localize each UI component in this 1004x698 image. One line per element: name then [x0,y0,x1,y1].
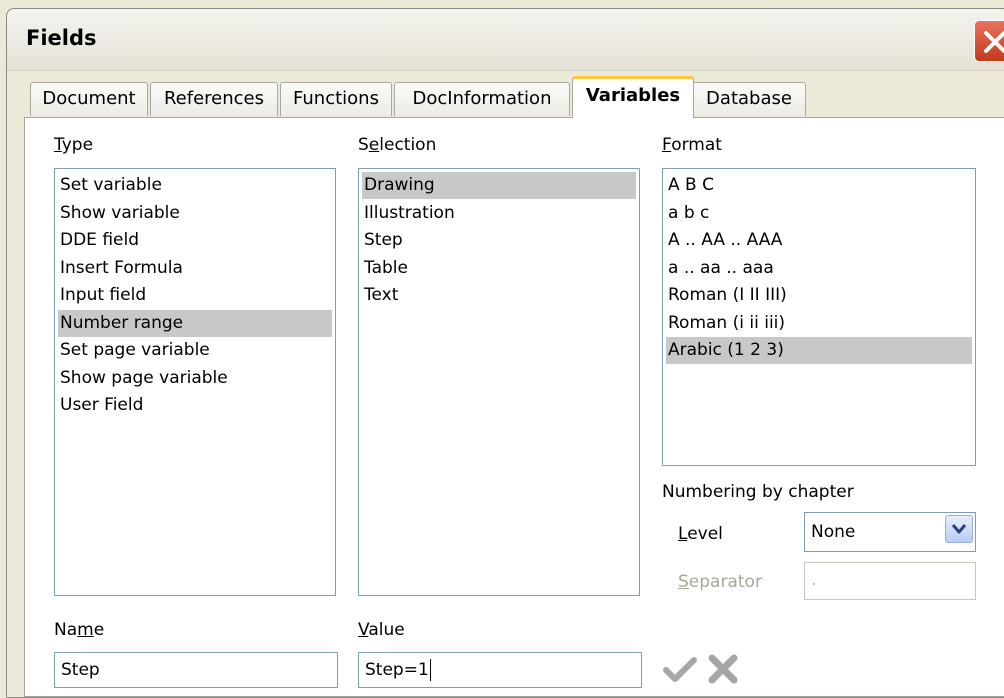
tab-variables[interactable]: Variables [572,76,694,118]
format-list-item[interactable]: A .. AA .. AAA [666,227,972,254]
type-list-item[interactable]: Insert Formula [58,255,332,282]
type-list-item[interactable]: User Field [58,392,332,419]
format-list-item[interactable]: a b c [666,200,972,227]
tab-functions[interactable]: Functions [280,82,392,116]
format-list-item[interactable]: Arabic (1 2 3) [666,337,972,364]
value-text: Step=1 [365,660,429,680]
type-list-item[interactable]: Set variable [58,172,332,199]
tab-docinformation[interactable]: DocInformation [394,82,570,116]
close-button[interactable] [974,20,1004,62]
type-list-item[interactable]: DDE field [58,227,332,254]
selection-list-item[interactable]: Illustration [362,200,636,227]
separator-field[interactable]: . [804,562,976,600]
type-list-item[interactable]: Show variable [58,200,332,227]
numbering-heading: Numbering by chapter [662,482,854,502]
selection-list[interactable]: Drawing Illustration Step Table Text [358,168,640,596]
value-label: Value [358,620,405,640]
delete-x-icon [708,654,738,684]
checkmark-icon [663,657,697,682]
name-input[interactable]: Step [54,652,338,688]
level-value: None [811,522,856,542]
format-list-item[interactable]: A B C [666,172,972,199]
name-label: Name [54,620,105,640]
format-label: Format [662,135,722,155]
tab-database[interactable]: Database [692,82,806,116]
format-list-item[interactable]: a .. aa .. aaa [666,255,972,282]
apply-button[interactable] [662,652,698,686]
type-list-item[interactable]: Number range [58,309,332,337]
format-list-item[interactable]: Roman (I II III) [666,282,972,309]
dialog-title: Fields [26,26,97,50]
selection-list-item[interactable]: Text [362,282,636,309]
selection-list-item[interactable]: Drawing [362,172,636,199]
format-list[interactable]: A B Ca b cA .. AA .. AAA a .. aa .. aaa Ro… [662,168,976,466]
type-list-item[interactable]: Show page variable [58,365,332,392]
selection-list-item[interactable]: Table [362,255,636,282]
level-select[interactable]: None [804,512,976,552]
delete-button[interactable] [706,652,740,686]
level-label: Level [678,524,723,544]
type-label: Type [54,135,94,155]
chevron-down-icon [951,524,967,534]
level-dropdown-button[interactable] [945,515,973,543]
selection-label: Selection [358,135,437,155]
format-list-item[interactable]: Roman (i ii iii) [666,310,972,337]
type-list-item[interactable]: Set page variable [58,337,332,364]
close-icon [984,31,1004,53]
separator-label: Separator [678,572,762,592]
selection-list-item[interactable]: Step [362,227,636,254]
tab-document[interactable]: Document [30,82,148,116]
text-cursor [429,659,431,681]
title-bar [7,9,1004,71]
type-list-item[interactable]: Input field [58,282,332,309]
value-input[interactable]: Step=1 [358,652,642,688]
type-list[interactable]: Set variable Show variable DDE field Insert… [54,168,336,596]
tab-references[interactable]: References [150,82,278,116]
